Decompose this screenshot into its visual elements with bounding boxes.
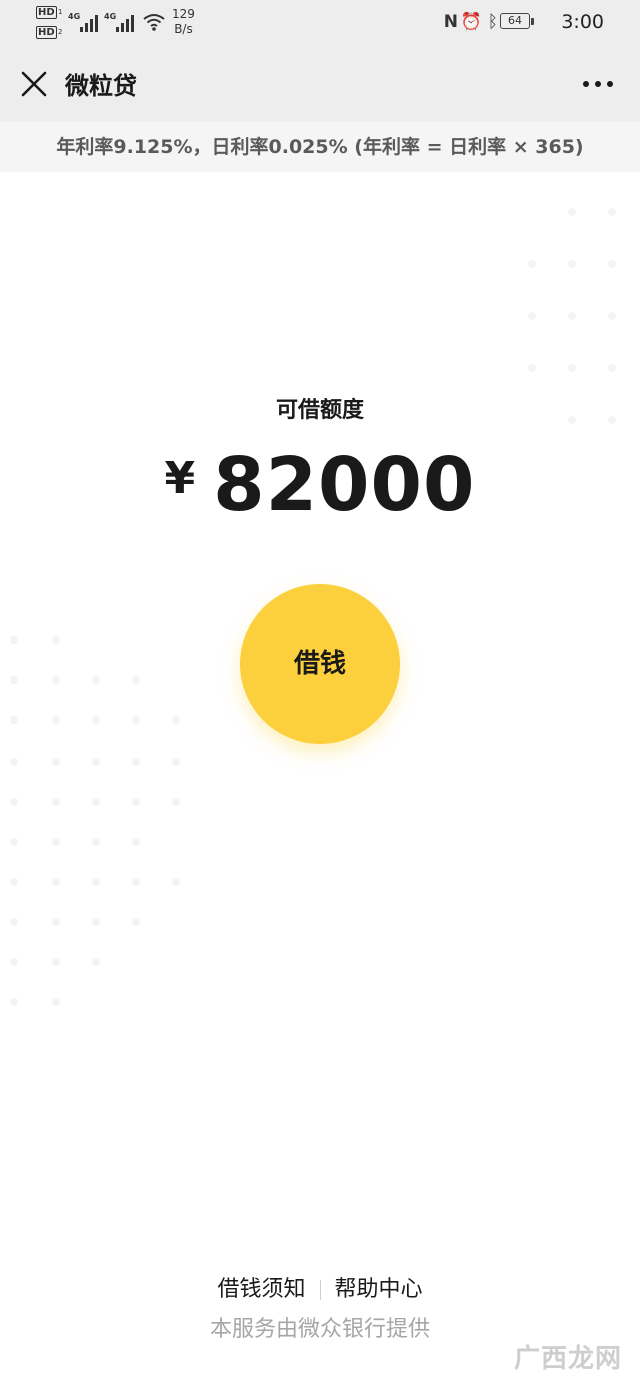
network-type-2: 4G (104, 12, 117, 21)
currency-symbol: ¥ (164, 453, 196, 504)
borrow-button[interactable]: 借钱 (240, 584, 400, 744)
watermark-logo: 广西龙网 (513, 1344, 622, 1374)
borrowing-notice-link[interactable]: 借钱须知 (203, 1270, 319, 1310)
battery-icon: 64 (500, 13, 530, 29)
nfc-icon: N (443, 12, 458, 32)
help-center-link[interactable]: 帮助中心 (321, 1270, 437, 1310)
network-type-1: 4G (68, 12, 81, 21)
hd-badge-1: HD (36, 6, 57, 19)
signal-icon-2 (116, 14, 138, 32)
nav-bar: 微粒贷 (0, 50, 640, 122)
available-quota-label: 可借额度 (275, 398, 364, 423)
signal-icon-1 (80, 14, 102, 32)
status-bar: HD 1 HD 2 4G 4G 129 B/s N ⏰ ᛒ 64 3:00 (0, 0, 640, 50)
footer-links: 借钱须知 帮助中心 (0, 1270, 640, 1310)
alarm-icon: ⏰ (460, 12, 482, 32)
page-title: 微粒贷 (65, 72, 137, 100)
more-options-button[interactable] (576, 64, 620, 108)
app-page: HD 1 HD 2 4G 4G 129 B/s N ⏰ ᛒ 64 3:00 微粒… (0, 0, 640, 1387)
close-icon (21, 71, 47, 97)
network-speed-value: 129 (172, 7, 195, 21)
network-speed-unit: B/s (174, 22, 193, 36)
network-speed: 129 B/s (172, 7, 195, 37)
bluetooth-icon: ᛒ (487, 12, 498, 32)
wifi-icon (142, 12, 166, 32)
sim-1-label: 1 (58, 8, 63, 16)
interest-rate-banner: 年利率9.125%，日利率0.025% (年利率 = 日利率 × 365) (0, 122, 640, 172)
more-dots-icon (583, 81, 613, 87)
close-button[interactable] (14, 64, 58, 108)
available-quota-amount: ¥82000 (0, 440, 640, 550)
battery-nub (531, 18, 534, 25)
hd-badge-2: HD (36, 26, 57, 39)
status-time: 3:00 (561, 11, 604, 33)
sim-2-label: 2 (58, 28, 63, 36)
quota-amount-value: 82000 (213, 442, 476, 528)
